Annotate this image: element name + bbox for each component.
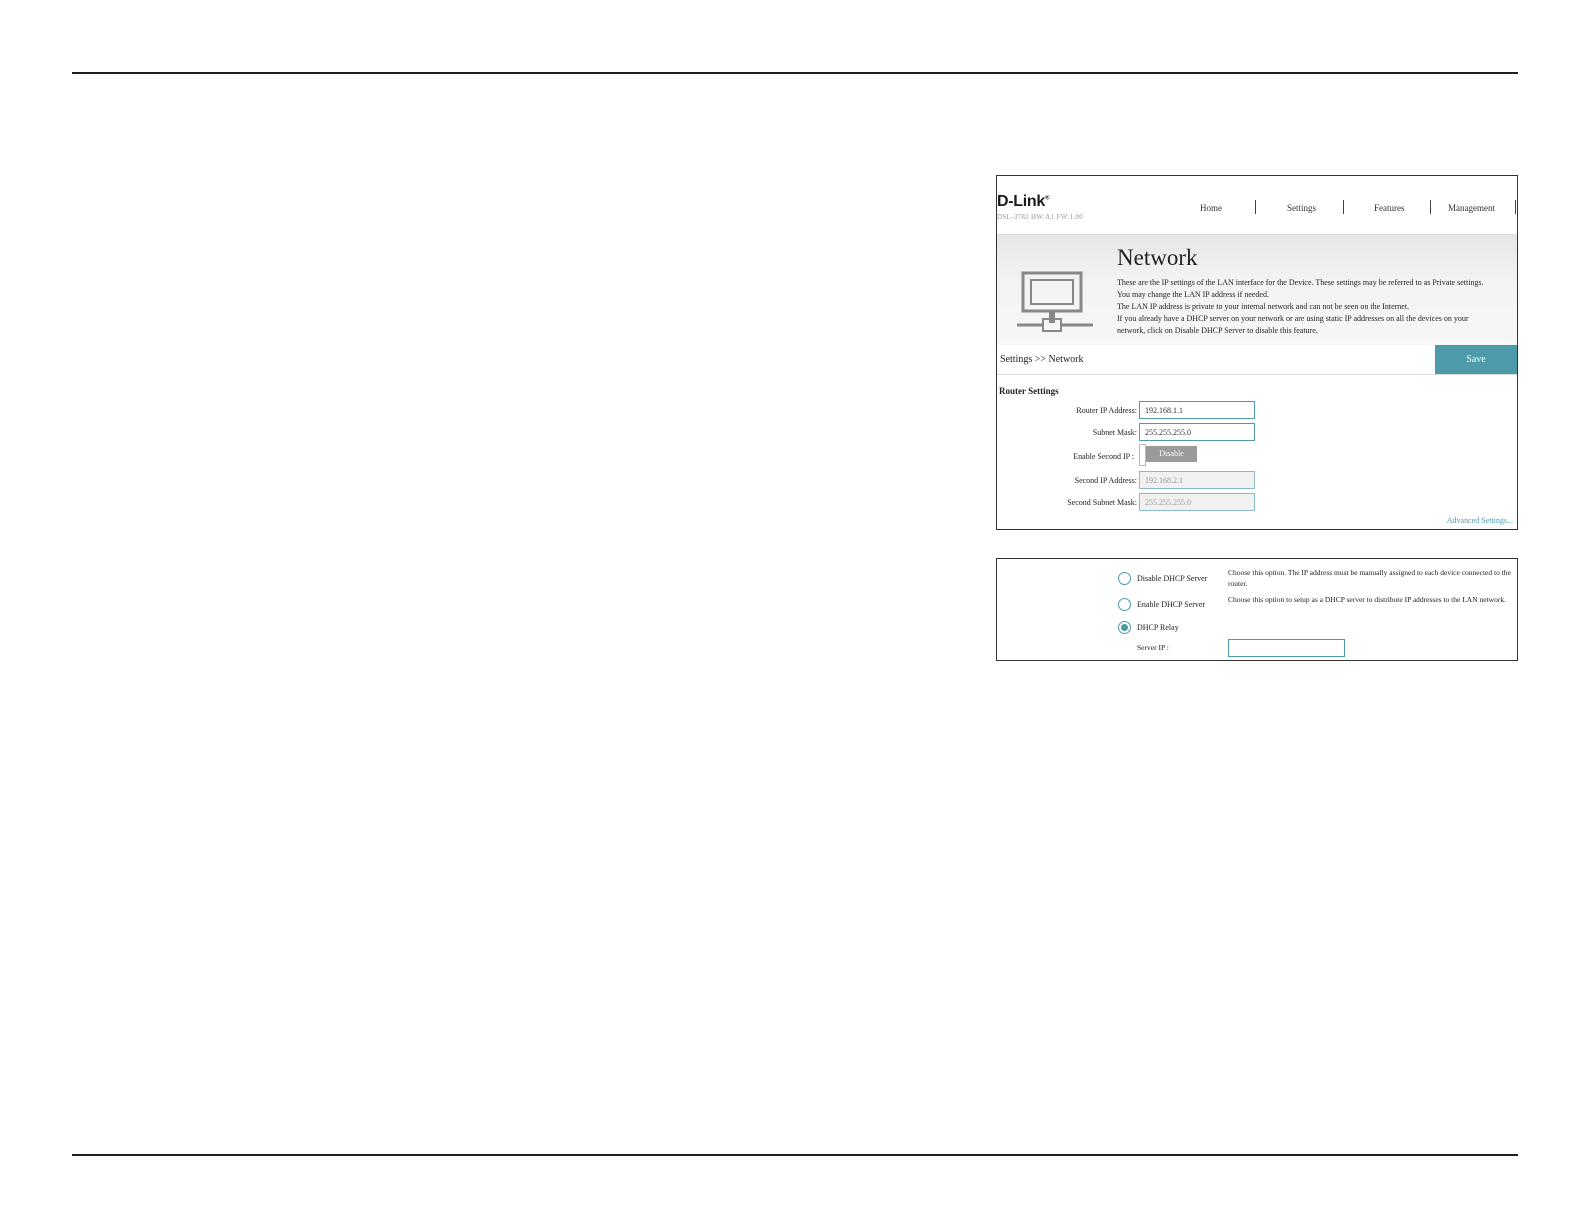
- disable-dhcp-description: Choose this option. The IP address must …: [1228, 568, 1511, 588]
- dhcp-relay-label: DHCP Relay: [1137, 623, 1179, 632]
- server-ip-label: Server IP :: [1137, 643, 1169, 652]
- dlink-logo: D-Link®: [997, 193, 1050, 210]
- computer-network-icon: [1017, 271, 1093, 332]
- breadcrumb-bar: Settings >> Network Save: [997, 345, 1517, 375]
- breadcrumb: Settings >> Network: [1000, 354, 1084, 365]
- header: D-Link® DSL-3782 HW:A1 FW:1.00 Home Sett…: [997, 176, 1517, 234]
- second-ip-input: [1139, 471, 1255, 489]
- nav-management[interactable]: Management: [1448, 203, 1495, 213]
- enable-dhcp-radio[interactable]: [1118, 598, 1131, 611]
- second-subnet-label: Second Subnet Mask:: [1067, 498, 1137, 507]
- page-title: Network: [1117, 245, 1198, 270]
- toggle-knob: [1139, 444, 1146, 466]
- save-button[interactable]: Save: [1435, 345, 1517, 374]
- enable-dhcp-description: Choose this option to setup as a DHCP se…: [1228, 595, 1506, 604]
- toggle-state-label: Disable: [1146, 446, 1197, 462]
- second-subnet-input: [1139, 493, 1255, 511]
- nav-separator: [1343, 200, 1344, 214]
- second-ip-toggle[interactable]: Disable: [1139, 444, 1197, 466]
- disable-dhcp-radio[interactable]: [1118, 572, 1131, 585]
- disable-dhcp-label: Disable DHCP Server: [1137, 574, 1208, 583]
- nav-home[interactable]: Home: [1200, 203, 1222, 213]
- bottom-rule: [72, 1154, 1518, 1156]
- subnet-mask-label: Subnet Mask:: [1092, 428, 1137, 437]
- router-ip-label: Router IP Address:: [1076, 406, 1137, 415]
- nav-separator: [1255, 200, 1256, 214]
- model-info: DSL-3782 HW:A1 FW:1.00: [997, 213, 1083, 221]
- network-settings-panel: D-Link® DSL-3782 HW:A1 FW:1.00 Home Sett…: [996, 175, 1518, 530]
- subnet-mask-input[interactable]: [1139, 423, 1255, 441]
- advanced-settings-link[interactable]: Advanced Settings...: [1447, 516, 1513, 525]
- enable-second-ip-label: Enable Second IP :: [1073, 452, 1134, 461]
- page-banner: Network These are the IP settings of the…: [997, 234, 1517, 346]
- page-description: These are the IP settings of the LAN int…: [1117, 278, 1484, 335]
- second-ip-label: Second IP Address:: [1074, 476, 1137, 485]
- router-ip-input[interactable]: [1139, 401, 1255, 419]
- nav-separator: [1430, 200, 1431, 214]
- nav-features[interactable]: Features: [1374, 203, 1405, 213]
- server-ip-input[interactable]: [1228, 639, 1345, 657]
- nav-separator: [1515, 200, 1516, 214]
- dhcp-relay-radio[interactable]: [1118, 621, 1131, 634]
- router-settings-heading: Router Settings: [999, 386, 1059, 396]
- enable-dhcp-label: Enable DHCP Server: [1137, 600, 1206, 609]
- dhcp-options-panel: Disable DHCP Server Choose this option. …: [996, 558, 1518, 661]
- nav-settings[interactable]: Settings: [1287, 203, 1316, 213]
- top-rule: [72, 72, 1518, 74]
